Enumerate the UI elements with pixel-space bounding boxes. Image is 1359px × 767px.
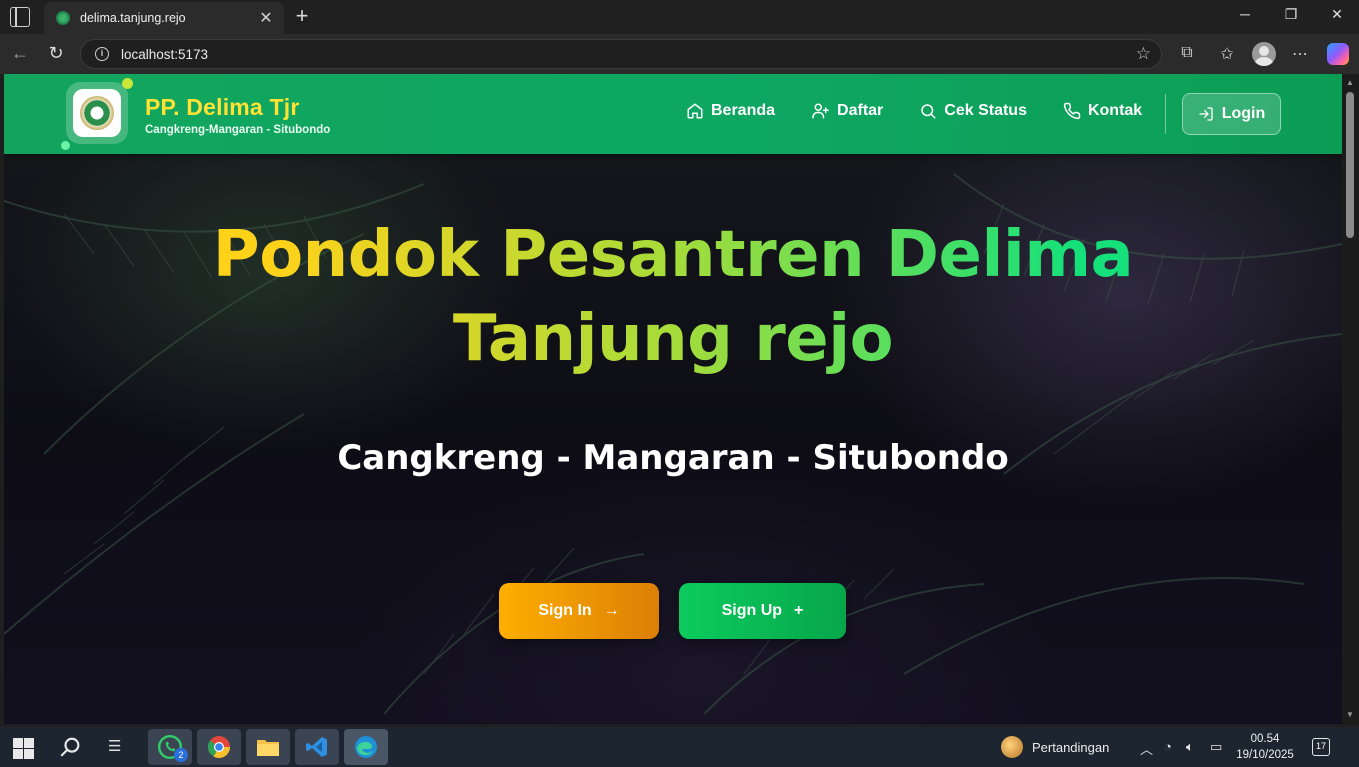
nav-divider [1165, 94, 1166, 134]
nav-label: Cek Status [944, 102, 1027, 119]
back-arrow-icon[interactable]: ← [8, 43, 32, 64]
brand-title[interactable]: PP. Delima Tjr [145, 94, 300, 121]
battery-icon[interactable]: ▭ [1210, 739, 1222, 755]
folder-icon [257, 740, 279, 756]
tab-actions-icon[interactable] [10, 7, 30, 27]
scroll-down-icon[interactable]: ▼ [1345, 710, 1355, 719]
nav-item-beranda[interactable]: Beranda [686, 102, 775, 120]
taskbar-chrome[interactable] [197, 729, 241, 765]
nav-label: Kontak [1087, 102, 1143, 119]
profile-avatar[interactable] [1252, 42, 1276, 66]
page-viewport: PP. Delima Tjr Cangkreng-Mangaran - Situ… [4, 74, 1342, 724]
logo-inner [73, 89, 121, 137]
browser-toolbar: ← ↻ i localhost:5173 ☆ ⧉ ✩ ⋯ [0, 34, 1359, 74]
nav-item-kontak[interactable]: Kontak [1063, 102, 1142, 120]
scroll-thumb[interactable] [1346, 92, 1354, 238]
windows-start-icon[interactable] [13, 738, 34, 759]
new-tab-button[interactable]: + [290, 3, 314, 29]
more-menu-icon[interactable]: ⋯ [1288, 44, 1312, 64]
wifi-icon[interactable]: ◔ [1164, 739, 1172, 754]
maximize-button[interactable]: ❐ [1268, 6, 1314, 23]
hero-subtitle: Cangkreng - Mangaran - Situbondo [337, 438, 1009, 478]
chrome-icon [207, 736, 230, 758]
phone-icon [1063, 102, 1081, 120]
taskbar-edge[interactable] [344, 729, 388, 765]
copilot-icon[interactable] [1327, 43, 1349, 65]
weather-icon [1001, 736, 1023, 758]
vscode-icon [306, 737, 327, 757]
decorative-dot [122, 78, 133, 89]
volume-icon[interactable]: 🔈︎ [1186, 739, 1194, 755]
home-icon [687, 103, 703, 119]
extensions-icon[interactable]: ⧉ [1175, 44, 1199, 62]
browser-tab-bar: delima.tanjung.rejo ✕ + ─ ❐ ✕ [0, 0, 1359, 34]
chevron-up-icon[interactable]: ︿ [1140, 739, 1153, 758]
clock-time: 00.54 [1250, 733, 1280, 745]
favorite-star-icon[interactable]: ☆ [1136, 44, 1151, 64]
system-clock[interactable]: 00.54 19/10/2025 [1234, 731, 1296, 763]
address-bar[interactable]: i localhost:5173 ☆ [80, 39, 1162, 69]
whatsapp-badge: 2 [174, 748, 188, 762]
minimize-button[interactable]: ─ [1222, 6, 1268, 22]
search-icon[interactable] [60, 736, 82, 758]
login-button[interactable]: Login [1182, 93, 1281, 135]
nav-label: Daftar [837, 102, 884, 119]
login-label: Login [1221, 105, 1266, 122]
url-text[interactable]: localhost:5173 [121, 47, 1136, 62]
site-info-icon[interactable]: i [95, 47, 109, 61]
sign-up-button[interactable]: Sign Up + [679, 583, 846, 639]
notification-icon[interactable]: 17 [1312, 738, 1330, 756]
page-scrollbar[interactable]: ▲ ▼ [1342, 74, 1359, 724]
arrow-right-icon: → [603, 602, 620, 619]
brand-subtitle: Cangkreng-Mangaran - Situbondo [145, 124, 331, 136]
favicon-icon [56, 11, 70, 25]
weather-widget[interactable]: Pertandingan [1001, 736, 1109, 758]
search-icon [921, 104, 936, 119]
taskbar-whatsapp[interactable]: 2 [148, 729, 192, 765]
windows-taskbar: ☰ 2 Pertandingan ︿ ◔ 🔈︎ ▭ 00.54 19/10/20… [0, 727, 1359, 767]
browser-tab[interactable]: delima.tanjung.rejo ✕ [44, 2, 284, 34]
decorative-dot [61, 141, 70, 150]
hero-section: Pondok Pesantren Delima Tanjung rejo Can… [4, 154, 1342, 724]
main-nav: Beranda Daftar Cek Status Kontak [686, 102, 1178, 120]
taskbar-vscode[interactable] [295, 729, 339, 765]
scroll-up-icon[interactable]: ▲ [1345, 78, 1355, 87]
login-icon [1199, 107, 1213, 121]
tab-title: delima.tanjung.rejo [80, 11, 186, 25]
reload-icon[interactable]: ↻ [44, 43, 68, 64]
hero-title-line-2: Tanjung rejo [4, 302, 1342, 376]
nav-label: Beranda [711, 102, 776, 119]
sign-in-label: Sign In [538, 602, 592, 619]
clock-date: 19/10/2025 [1236, 749, 1294, 761]
taskbar-file-explorer[interactable] [246, 729, 290, 765]
sign-up-label: Sign Up [721, 602, 783, 619]
nav-item-daftar[interactable]: Daftar [811, 102, 883, 120]
favorites-icon[interactable]: ✩ [1215, 44, 1239, 64]
hero-title-line-1: Pondok Pesantren Delima [4, 218, 1342, 292]
weather-label: Pertandingan [1032, 739, 1110, 755]
tab-close-icon[interactable]: ✕ [254, 8, 278, 28]
user-plus-icon [812, 103, 829, 119]
site-header: PP. Delima Tjr Cangkreng-Mangaran - Situ… [4, 74, 1342, 154]
sign-in-button[interactable]: Sign In → [499, 583, 659, 639]
edge-icon [355, 736, 377, 758]
nav-item-cek-status[interactable]: Cek Status [919, 102, 1027, 120]
close-window-button[interactable]: ✕ [1314, 6, 1359, 23]
task-view-icon[interactable]: ☰ [108, 737, 121, 755]
logo[interactable] [66, 82, 128, 144]
plus-icon: + [794, 602, 804, 619]
pesantren-emblem-icon [80, 96, 114, 130]
